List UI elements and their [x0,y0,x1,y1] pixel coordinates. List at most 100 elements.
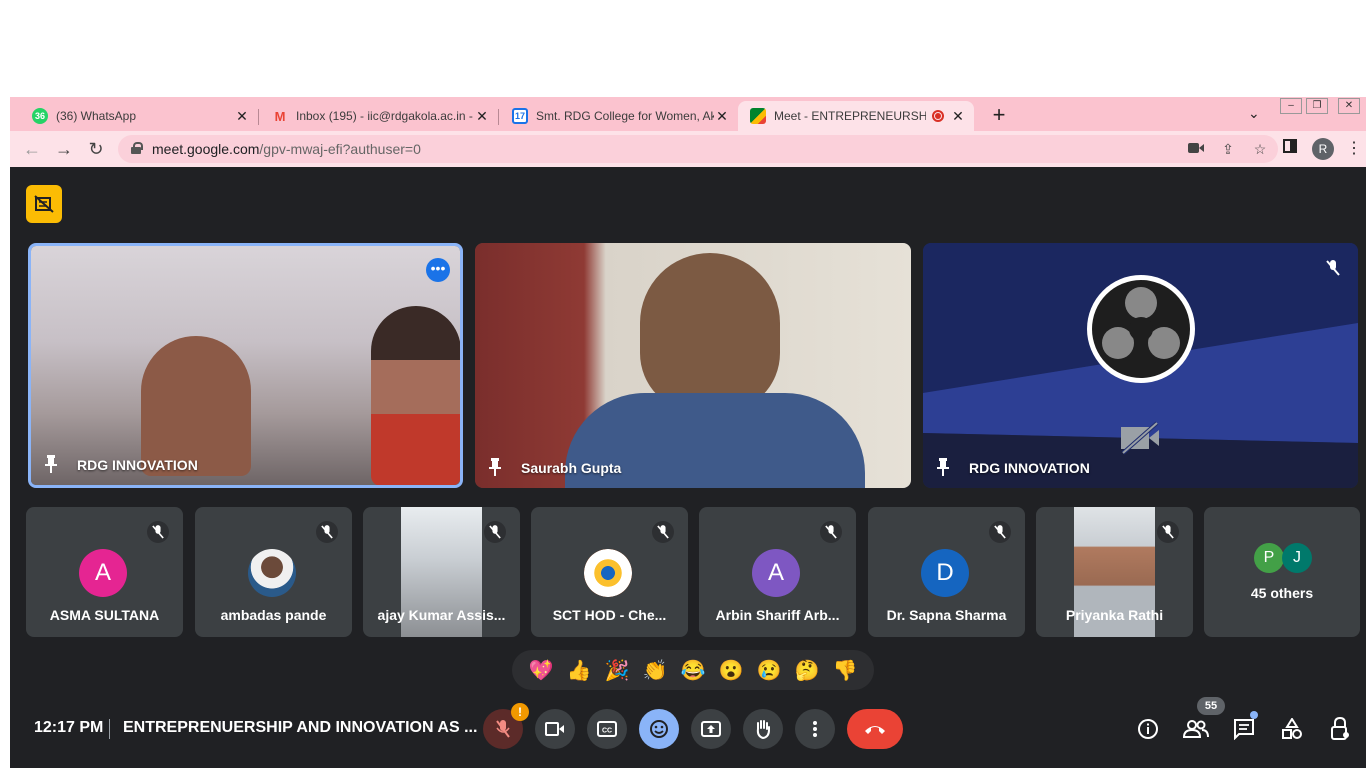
meeting-details-button[interactable] [1134,715,1162,743]
muted-mic-icon [316,521,338,543]
pin-icon[interactable] [935,458,951,476]
reactions-button[interactable] [639,709,679,749]
avatar [248,549,296,597]
reload-icon[interactable]: ↻ [84,137,108,161]
captions-button[interactable]: CC [587,709,627,749]
video-tile-speaker[interactable]: Saurabh Gupta [475,243,911,488]
tab-title: Smt. RDG College for Women, Akola [536,109,714,123]
avatar: J [1282,543,1312,573]
info-icon [1138,719,1158,739]
new-tab-button[interactable]: + [986,103,1012,129]
chat-button[interactable] [1230,711,1258,743]
reaction-surprised[interactable]: 😮 [715,658,747,683]
close-tab-icon[interactable]: ✕ [950,108,966,125]
tab-search-icon[interactable]: ⌄ [1248,105,1260,122]
people-icon [1183,720,1209,738]
camera-permission-icon[interactable] [1186,139,1206,159]
people-button[interactable] [1182,715,1210,743]
participant-name: SCT HOD - Che... [552,607,667,623]
raise-hand-button[interactable] [743,709,783,749]
muted-mic-icon [496,720,510,738]
obs-logo [1087,275,1195,383]
reaction-clapping[interactable]: 👏 [639,658,671,683]
reaction-thumbs-up[interactable]: 👍 [563,658,595,683]
meeting-time: 12:17 PM [34,719,104,736]
tab-calendar[interactable]: 17 Smt. RDG College for Women, Akola ✕ [500,101,738,131]
participant-tile[interactable]: D Dr. Sapna Sharma [868,507,1025,637]
video-feed-figure [640,253,780,413]
close-tab-icon[interactable]: ✕ [474,108,490,125]
close-window-button[interactable]: ✕ [1338,98,1360,114]
whatsapp-icon: 36 [32,108,48,124]
restore-button[interactable]: ❐ [1306,98,1328,114]
tab-divider [498,109,499,125]
close-tab-icon[interactable]: ✕ [234,108,250,125]
mic-warning-badge: ! [511,703,529,721]
minimize-button[interactable]: – [1280,98,1302,114]
browser-menu-icon[interactable]: ⋮ [1342,137,1366,161]
avatar: A [752,549,800,597]
reaction-thinking[interactable]: 🤔 [791,658,823,683]
hand-icon [756,720,770,739]
camera-toggle-button[interactable] [535,709,575,749]
camera-off-icon [1121,421,1159,455]
host-controls-button[interactable] [1326,715,1354,743]
leave-call-button[interactable] [847,709,903,749]
forward-icon[interactable]: → [52,137,76,161]
muted-mic-icon [820,521,842,543]
meeting-title: ENTREPRENUERSHIP AND INNOVATION AS ... [123,719,478,736]
meet-stage: ••• RDG INNOVATION Saurabh Gupta RDG INN… [10,167,1366,768]
video-tile-presenter[interactable]: ••• RDG INNOVATION [28,243,463,488]
video-feed-figure-right [371,306,460,485]
side-panel-icon[interactable] [1278,137,1302,161]
more-options-icon[interactable]: ••• [426,258,450,282]
muted-mic-icon [989,521,1011,543]
participant-tile[interactable]: A Arbin Shariff Arb... [699,507,856,637]
lock-icon [131,142,143,154]
tab-strip: 36 (36) WhatsApp ✕ M Inbox (195) - iic@r… [10,97,1366,131]
hang-up-icon [865,726,885,734]
reaction-thumbs-down[interactable]: 👎 [829,658,861,683]
participant-tile[interactable]: SCT HOD - Che... [531,507,688,637]
back-icon[interactable]: ← [20,137,44,161]
svg-text:CC: CC [602,728,612,735]
tab-meet[interactable]: Meet - ENTREPRENEURSHIP AN ✕ [738,101,974,131]
camera-off-badge-icon[interactable] [26,185,62,223]
participant-tile[interactable]: Priyanka Rathi [1036,507,1193,637]
present-screen-button[interactable] [691,709,731,749]
smiley-face-icon [650,720,668,738]
participant-tile[interactable]: ajay Kumar Assis... [363,507,520,637]
tab-divider [258,109,259,125]
address-bar[interactable]: meet.google.com/gpv-mwaj-efi?authuser=0 … [118,135,1278,163]
participant-tile[interactable]: ambadas pande [195,507,352,637]
avatar: P [1254,543,1284,573]
meet-icon [750,108,766,124]
browser-window: 36 (36) WhatsApp ✕ M Inbox (195) - iic@r… [10,97,1366,768]
participant-count-badge: 55 [1197,697,1225,715]
profile-avatar[interactable]: R [1312,138,1334,160]
microphone-toggle-button[interactable]: ! [483,703,529,749]
reaction-crying[interactable]: 😢 [753,658,785,683]
reaction-laughing[interactable]: 😂 [677,658,709,683]
muted-mic-icon [652,521,674,543]
activities-button[interactable] [1278,715,1306,743]
tab-title: Meet - ENTREPRENEURSHIP AN [774,109,926,123]
reaction-sparkling-heart[interactable]: 💖 [525,658,557,683]
divider [109,719,110,739]
close-tab-icon[interactable]: ✕ [714,108,730,125]
tab-whatsapp[interactable]: 36 (36) WhatsApp ✕ [20,101,258,131]
shapes-icon [1282,718,1302,739]
reaction-party-popper[interactable]: 🎉 [601,658,633,683]
share-icon[interactable]: ⇪ [1218,139,1238,159]
video-tile-screen[interactable]: RDG INNOVATION [923,243,1358,488]
others-tile[interactable]: P J 45 others [1204,507,1360,637]
more-options-button[interactable] [795,709,835,749]
tab-gmail[interactable]: M Inbox (195) - iic@rdgakola.ac.in - S ✕ [260,101,498,131]
participant-tile[interactable]: A ASMA SULTANA [26,507,183,637]
pin-icon[interactable] [43,455,59,473]
bookmark-star-icon[interactable]: ☆ [1250,139,1270,159]
participant-name: RDG INNOVATION [77,457,198,473]
participant-name: Dr. Sapna Sharma [886,607,1007,623]
pin-icon[interactable] [487,458,503,476]
participant-name: RDG INNOVATION [969,460,1090,476]
